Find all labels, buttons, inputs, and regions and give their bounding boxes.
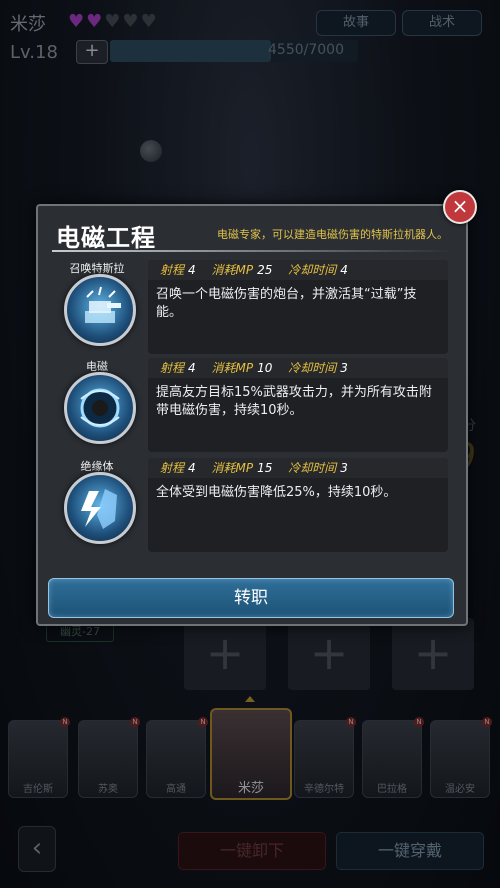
close-icon[interactable]: × [443,190,477,224]
mp-label: 消耗MP [211,461,254,475]
cooldown-value: 4 [340,263,348,277]
range-label: 射程 [160,361,185,375]
range-value: 4 [188,263,196,277]
job-change-button[interactable]: 转职 [48,578,454,618]
skill-detail-box: 射程 4 消耗MP 10 冷却时间 3 提高友方目标15%武器攻击力，并为所有攻击附带… [148,358,448,452]
insulator-shield-icon [64,472,136,544]
skill-description: 召唤一个电磁伤害的炮台，并激活其“过载”技能。 [156,287,417,320]
cooldown-label: 冷却时间 [288,461,337,475]
tesla-turret-icon [64,274,136,346]
mp-label: 消耗MP [211,263,254,277]
electromagnetic-orb-icon [64,372,136,444]
skill-row: 绝缘体 射程 4 消耗MP 15 冷却时间 3 全体受到电磁伤害降低25%，持续10秒… [52,458,452,556]
skill-stats: 射程 4 消耗MP 10 冷却时间 3 [148,358,448,378]
range-value: 4 [188,361,196,375]
mp-value: 25 [257,263,273,277]
dialog-title: 电磁工程 [56,224,156,252]
range-label: 射程 [160,263,185,277]
mp-value: 10 [257,361,273,375]
job-change-dialog: 电磁工程 电磁专家，可以建造电磁伤害的特斯拉机器人。 召唤特斯拉 射程 4 消耗M… [36,204,468,626]
skill-row: 电磁 射程 4 消耗MP 10 冷却时间 3 提高友方目标15%武器攻击力，并为所有攻… [52,358,452,456]
cooldown-label: 冷却时间 [288,263,337,277]
skill-detail-box: 射程 4 消耗MP 25 冷却时间 4 召唤一个电磁伤害的炮台，并激活其“过载”技能。 [148,260,448,354]
mp-label: 消耗MP [211,361,254,375]
skill-detail-box: 射程 4 消耗MP 15 冷却时间 3 全体受到电磁伤害降低25%，持续10秒。 [148,458,448,552]
cooldown-label: 冷却时间 [288,361,337,375]
cooldown-value: 3 [340,461,348,475]
skill-description: 提高友方目标15%武器攻击力，并为所有攻击附带电磁伤害，持续10秒。 [156,385,432,418]
skill-stats: 射程 4 消耗MP 15 冷却时间 3 [148,458,448,478]
mp-value: 15 [257,461,273,475]
dialog-description: 电磁专家，可以建造电磁伤害的特斯拉机器人。 [217,228,448,241]
skill-description: 全体受到电磁伤害降低25%，持续10秒。 [156,485,397,500]
range-value: 4 [188,461,196,475]
title-divider [52,250,452,252]
skill-row: 召唤特斯拉 射程 4 消耗MP 25 冷却时间 4 召唤一个电磁伤害的炮台，并激活其“… [52,260,452,358]
range-label: 射程 [160,461,185,475]
skill-stats: 射程 4 消耗MP 25 冷却时间 4 [148,260,448,280]
cooldown-value: 3 [340,361,348,375]
